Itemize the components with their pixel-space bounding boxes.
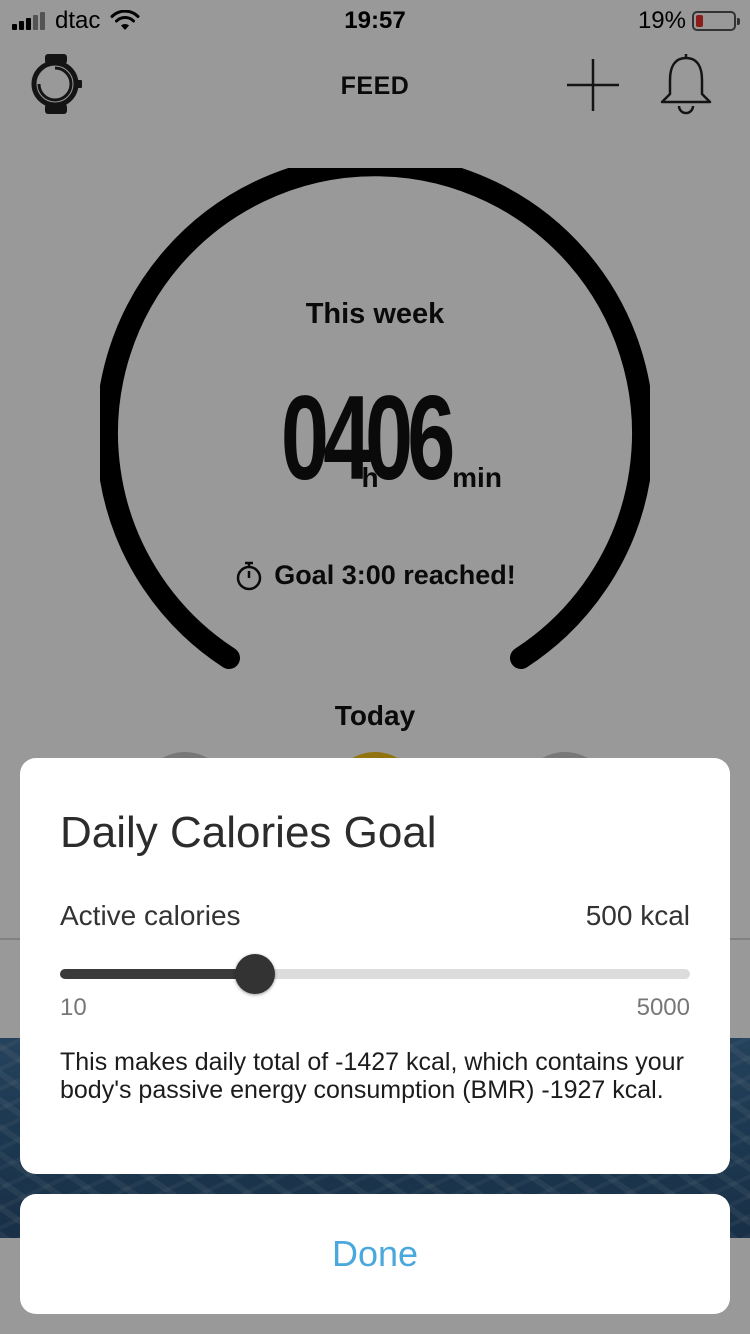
calories-goal-dialog: Daily Calories Goal Active calories 500 … <box>20 758 730 1174</box>
slider-min-label: 10 <box>60 994 87 1021</box>
active-calories-value: 500 kcal <box>585 900 690 931</box>
active-calories-label: Active calories <box>60 900 241 931</box>
slider-fill <box>60 969 256 979</box>
slider-max-label: 5000 <box>636 994 690 1021</box>
calories-slider[interactable] <box>60 954 690 994</box>
dialog-title: Daily Calories Goal <box>60 808 437 857</box>
done-button[interactable]: Done <box>20 1194 730 1314</box>
calories-explanation: This makes daily total of -1427 kcal, wh… <box>60 1048 684 1104</box>
slider-thumb[interactable] <box>235 954 276 994</box>
